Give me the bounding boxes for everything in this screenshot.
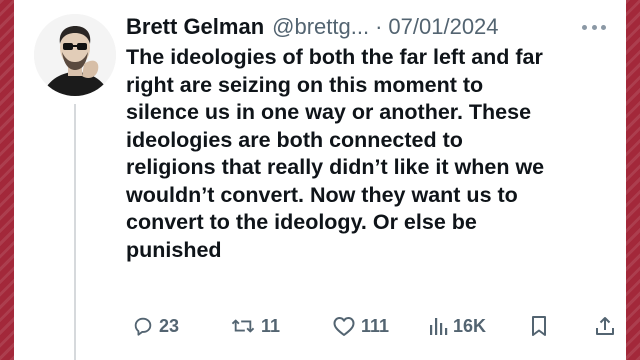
reply-button[interactable]: 23 bbox=[132, 315, 179, 337]
tweet-text-line: right are seizing on this moment to bbox=[126, 72, 484, 97]
tweet-text-line: punished bbox=[126, 237, 222, 262]
user-handle[interactable]: @brettg... bbox=[272, 14, 369, 40]
tweet-header: Brett Gelman @brettg... · 07/01/2024 bbox=[126, 12, 606, 42]
post-date[interactable]: 07/01/2024 bbox=[388, 14, 498, 40]
more-icon[interactable] bbox=[582, 18, 606, 36]
avatar[interactable] bbox=[34, 14, 116, 96]
header-separator: · bbox=[375, 14, 383, 39]
share-button[interactable] bbox=[594, 315, 616, 337]
display-name[interactable]: Brett Gelman bbox=[126, 14, 264, 40]
like-count: 111 bbox=[361, 315, 390, 336]
tweet-text: The ideologies of both the far left and … bbox=[126, 44, 626, 264]
tweet-text-line: convert to the ideology. Or else be bbox=[126, 210, 477, 234]
thread-line bbox=[74, 104, 76, 360]
repost-icon bbox=[231, 319, 255, 333]
tweet-text-line: silence us in one way or another. These bbox=[126, 100, 532, 124]
action-bar: 23 11 111 16K bbox=[126, 312, 614, 340]
avatar-portrait bbox=[34, 14, 116, 96]
views-count: 16K bbox=[453, 315, 487, 336]
tweet-text-line: wouldn’t convert. Now they want us to bbox=[126, 182, 518, 207]
analytics-icon bbox=[430, 318, 448, 335]
repost-count: 11 bbox=[261, 315, 281, 336]
reply-icon bbox=[134, 317, 152, 336]
views-button[interactable]: 16K bbox=[428, 315, 486, 337]
share-icon bbox=[596, 317, 614, 335]
tweet-text-line: ideologies are both connected to bbox=[126, 127, 463, 152]
heart-icon bbox=[333, 317, 355, 336]
tweet-text-line: religions that really didn’t like it whe… bbox=[126, 155, 545, 179]
repost-button[interactable]: 11 bbox=[230, 315, 280, 337]
tweet-text-line: The ideologies of both the far left and … bbox=[126, 45, 543, 69]
bookmark-button[interactable] bbox=[530, 315, 548, 337]
like-button[interactable]: 111 bbox=[332, 315, 389, 337]
left-decorative-strip bbox=[0, 0, 14, 360]
reply-count: 23 bbox=[159, 315, 180, 336]
tweet-card: Brett Gelman @brettg... · 07/01/2024 The… bbox=[14, 0, 626, 360]
right-decorative-strip bbox=[626, 0, 640, 360]
bookmark-icon bbox=[532, 316, 546, 336]
